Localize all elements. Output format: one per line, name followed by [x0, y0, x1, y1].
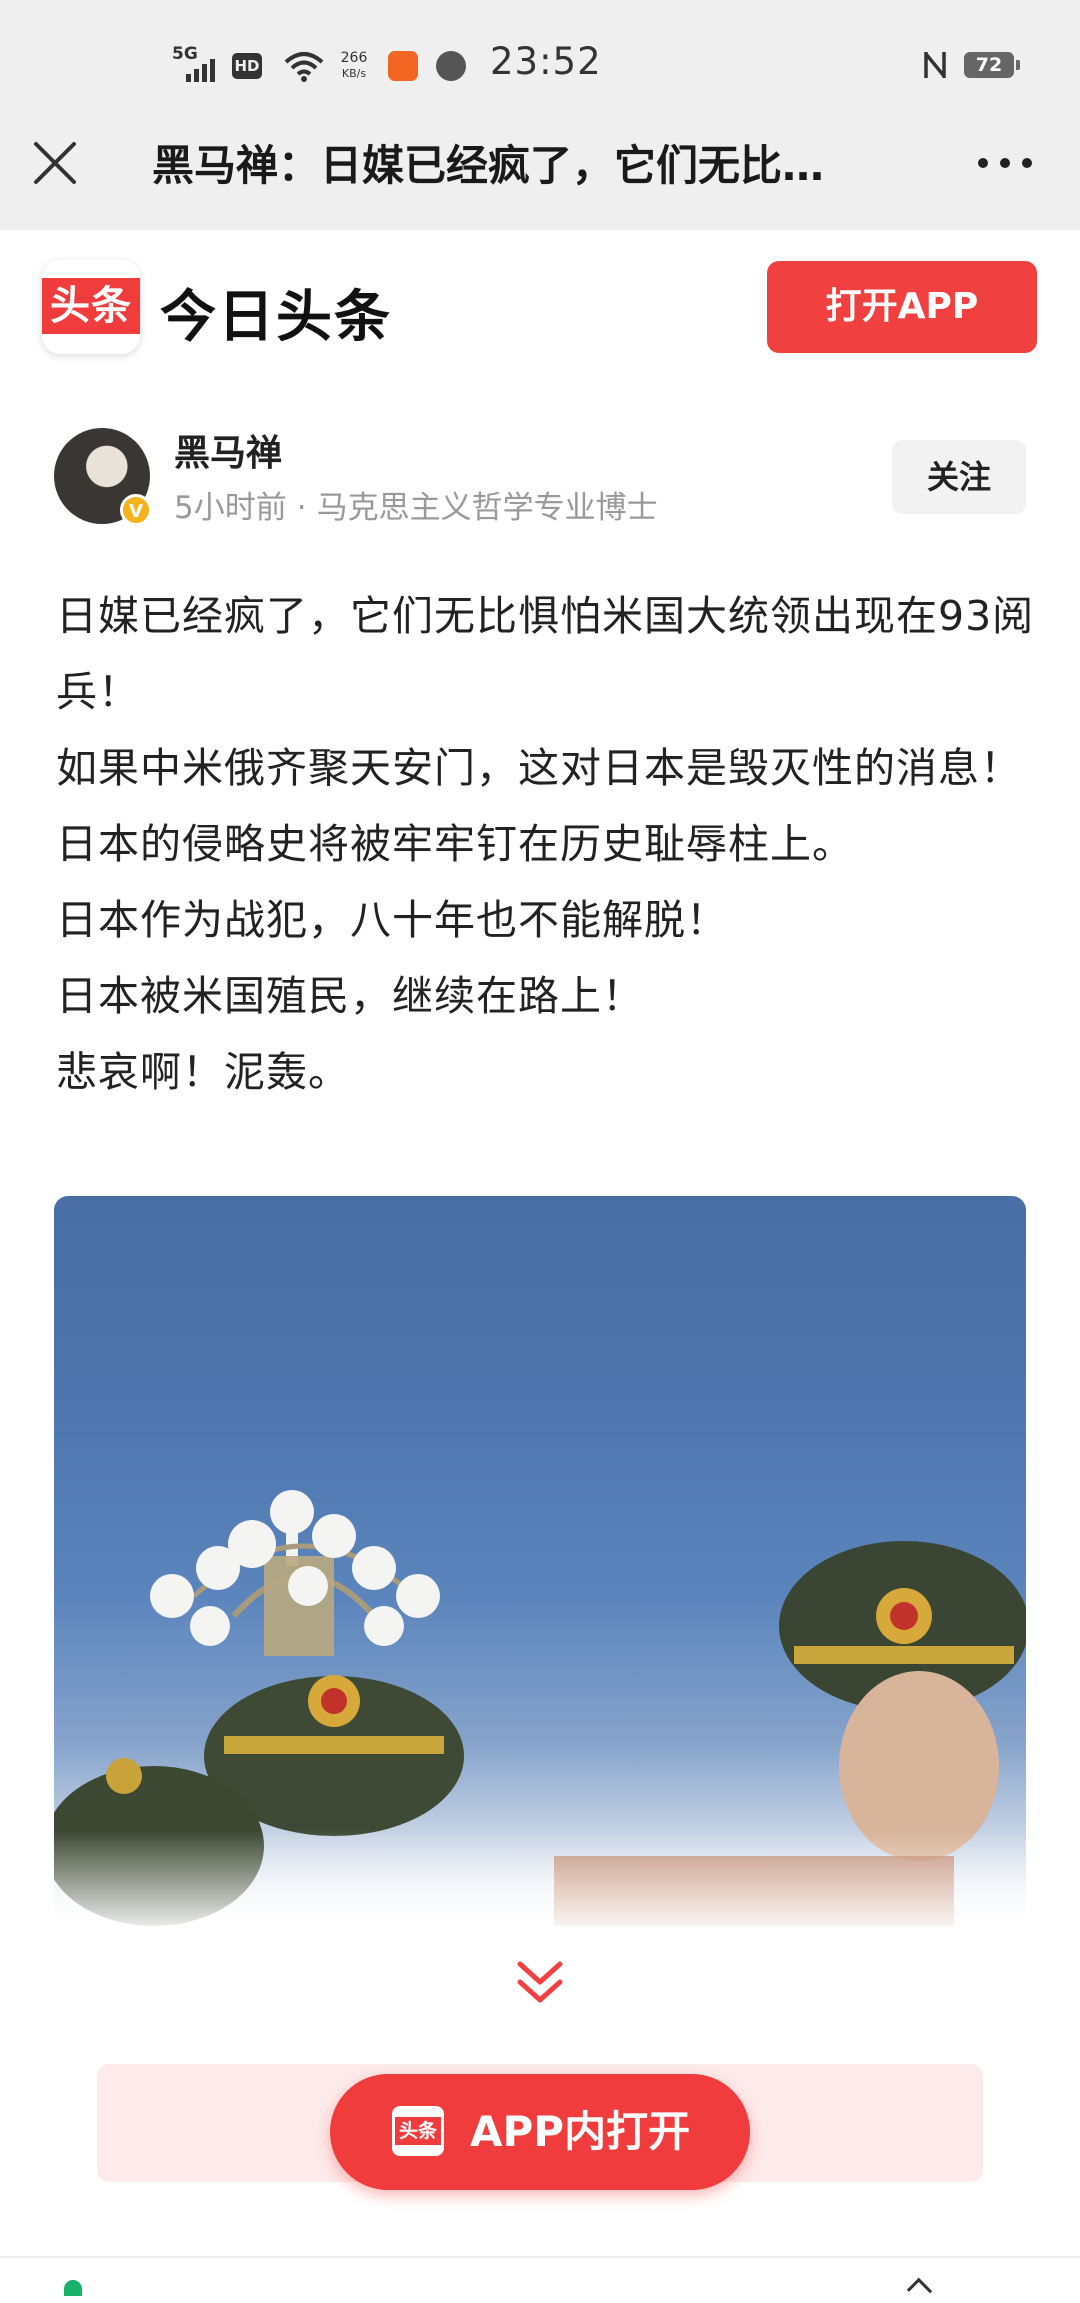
- partial-icon-left: [64, 2280, 82, 2296]
- author-description: 马克思主义哲学专业博士: [316, 490, 658, 526]
- article-paragraph: 日媒已经疯了，它们无比惧怕米国大统领出现在93阅兵！: [56, 592, 1035, 716]
- author-meta: 5小时前 · 马克思主义哲学专业博士: [174, 482, 658, 527]
- speed-value: 266: [340, 50, 368, 66]
- open-in-app-button[interactable]: 头条 APP内打开: [330, 2074, 750, 2190]
- photo-scene: [54, 1490, 1026, 1926]
- post-time: 5小时前: [174, 490, 287, 526]
- recording-icon: [436, 51, 466, 81]
- article-paragraph: 悲哀啊！泥轰。: [56, 1048, 350, 1096]
- mini-logo-text: 头条: [395, 2117, 441, 2145]
- speed-unit: KB/s: [341, 67, 367, 80]
- article-paragraph: 日本的侵略史将被牢牢钉在历史耻辱柱上。: [56, 820, 854, 868]
- network-speed: 266 KB/s: [334, 51, 374, 81]
- more-icon[interactable]: [978, 140, 1032, 186]
- logo-text: 头条: [42, 278, 140, 334]
- article-body: 日媒已经疯了，它们无比惧怕米国大统领出现在93阅兵！ 如果中米俄齐聚天安门，这对…: [56, 578, 1036, 1110]
- clock: 23:52: [490, 40, 602, 83]
- lamp-post: [150, 1490, 440, 1656]
- battery-icon: 72: [964, 52, 1020, 78]
- content-fade: [0, 1830, 1080, 1950]
- toutiao-mini-logo: 头条: [392, 2106, 444, 2156]
- divider: [0, 2256, 1080, 2258]
- partial-icon-right: [906, 2277, 933, 2303]
- article-paragraph: 日本作为战犯，八十年也不能解脱！: [56, 896, 728, 944]
- page-title: 黑马禅：日媒已经疯了，它们无比…: [152, 141, 825, 190]
- signal-icon: 5G: [172, 46, 220, 86]
- status-icons: 5G HD 266 KB/s: [172, 44, 466, 88]
- wifi-icon: [284, 52, 324, 82]
- double-chevron-down-icon[interactable]: [514, 1958, 566, 2008]
- meta-separator: ·: [296, 490, 307, 526]
- open-app-button[interactable]: 打开APP: [767, 261, 1037, 353]
- article-photo[interactable]: [54, 1196, 1026, 1926]
- verified-badge-icon: V: [120, 494, 152, 526]
- hd-icon: HD: [232, 53, 262, 79]
- author-name[interactable]: 黑马禅: [174, 424, 282, 476]
- article-paragraph: 日本被米国殖民，继续在路上！: [56, 972, 644, 1020]
- article-paragraph: 如果中米俄齐聚天安门，这对日本是毁灭性的消息！: [56, 744, 1022, 792]
- close-icon[interactable]: [32, 140, 78, 186]
- follow-button[interactable]: 关注: [892, 440, 1026, 514]
- app-notification-icon: [388, 51, 418, 81]
- nfc-icon: [924, 52, 946, 78]
- toutiao-logo: 头条: [42, 260, 140, 354]
- app-name: 今日头条: [160, 285, 392, 350]
- open-in-app-label: APP内打开: [470, 2107, 691, 2156]
